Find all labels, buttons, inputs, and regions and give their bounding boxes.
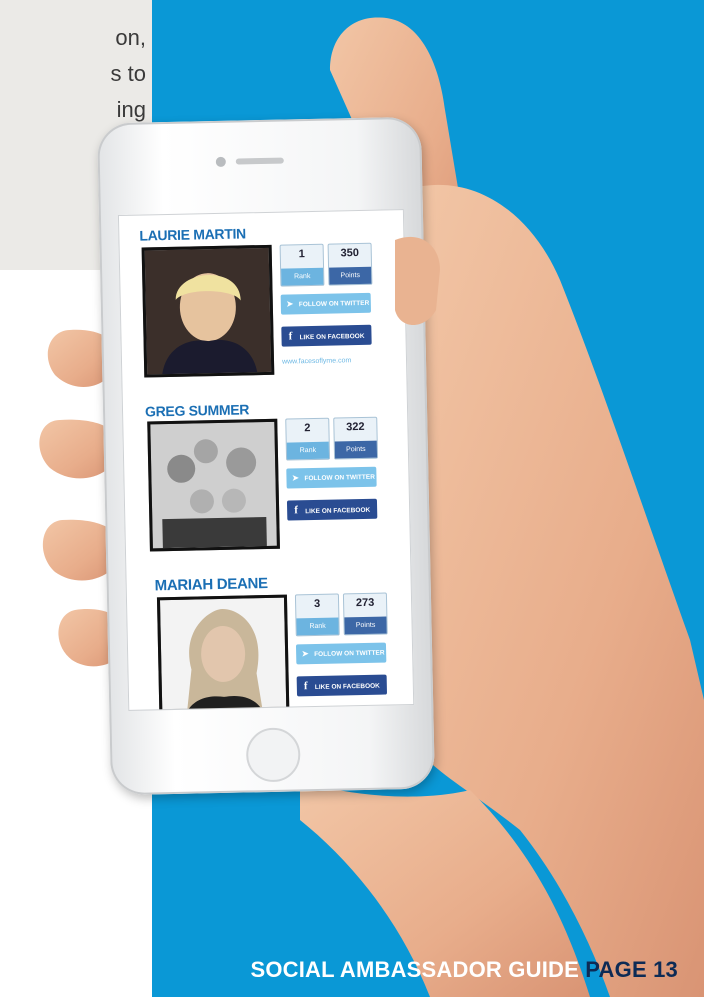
points-value: 350: [340, 247, 360, 260]
points-value: 273: [355, 596, 375, 610]
profile-card: GREG SUMMER 2 Rank 322 Points ➤ FOLLOW O…: [123, 386, 407, 552]
twitter-bird-icon: ➤: [301, 649, 309, 659]
profile-name: MARIAH DEANE: [154, 574, 268, 595]
profile-photo: [156, 594, 290, 711]
points-label: Points: [329, 266, 372, 285]
like-facebook-button[interactable]: f LIKE ON FACEBOOK: [286, 498, 378, 521]
portrait-image: [159, 597, 287, 711]
facebook-label: LIKE ON FACEBOOK: [305, 506, 371, 516]
facebook-f-icon: f: [288, 330, 293, 343]
follow-twitter-button[interactable]: ➤ FOLLOW ON TWITTER: [295, 642, 387, 665]
facebook-f-icon: f: [303, 680, 308, 693]
points-label: Points: [344, 616, 387, 635]
page-footer: SOCIAL AMBASSADOR GUIDE PAGE 13: [250, 957, 678, 983]
twitter-label: FOLLOW ON TWITTER: [304, 473, 375, 483]
twitter-bird-icon: ➤: [292, 473, 299, 483]
profile-name: GREG SUMMER: [144, 401, 250, 420]
home-button: [245, 727, 301, 783]
points-value: 322: [346, 420, 365, 434]
facebook-label: LIKE ON FACEBOOK: [314, 682, 380, 692]
profile-photo: [141, 244, 275, 378]
profile-card: MARIAH DEANE 3 Rank 273 Points ➤ FOLLOW O…: [126, 560, 410, 711]
rank-stat: 2 Rank: [285, 417, 331, 461]
like-facebook-button[interactable]: f LIKE ON FACEBOOK: [281, 324, 372, 347]
family-photo-image: [150, 421, 277, 549]
points-stat: 350 Points: [327, 242, 373, 286]
rank-value: 2: [304, 422, 311, 435]
profile-card: LAURIE MARTIN 1 Rank 350 Points ➤ FOLLOW …: [119, 210, 403, 378]
twitter-label: FOLLOW ON TWITTER: [314, 649, 385, 659]
rank-value: 1: [298, 248, 305, 261]
facebook-f-icon: f: [294, 504, 299, 517]
camera-icon: [215, 156, 226, 167]
portrait-image: [144, 247, 272, 375]
rank-label: Rank: [296, 617, 339, 636]
points-stat: 273 Points: [342, 592, 388, 636]
smartphone: LAURIE MARTIN 1 Rank 350 Points ➤ FOLLOW …: [96, 116, 436, 796]
rank-value: 3: [313, 597, 321, 611]
follow-twitter-button[interactable]: ➤ FOLLOW ON TWITTER: [286, 466, 377, 489]
phone-screen: LAURIE MARTIN 1 Rank 350 Points ➤ FOLLOW …: [117, 209, 415, 711]
facebook-label: LIKE ON FACEBOOK: [299, 332, 365, 342]
guide-title: SOCIAL AMBASSADOR GUIDE: [250, 957, 579, 982]
rank-label: Rank: [281, 267, 324, 286]
follow-twitter-button[interactable]: ➤ FOLLOW ON TWITTER: [280, 292, 372, 315]
points-stat: 322 Points: [333, 416, 379, 460]
twitter-label: FOLLOW ON TWITTER: [298, 299, 370, 309]
profile-name: LAURIE MARTIN: [139, 225, 247, 244]
speaker-grille: [235, 157, 284, 165]
website-link[interactable]: www.facesoflyme.com: [282, 357, 351, 365]
rank-stat: 3 Rank: [294, 593, 340, 637]
profile-photo: [147, 418, 280, 552]
rank-label: Rank: [286, 441, 330, 460]
like-facebook-button[interactable]: f LIKE ON FACEBOOK: [296, 674, 388, 697]
page-number: PAGE 13: [585, 957, 678, 982]
rank-stat: 1 Rank: [279, 243, 325, 287]
points-label: Points: [334, 440, 378, 459]
twitter-bird-icon: ➤: [286, 299, 294, 309]
